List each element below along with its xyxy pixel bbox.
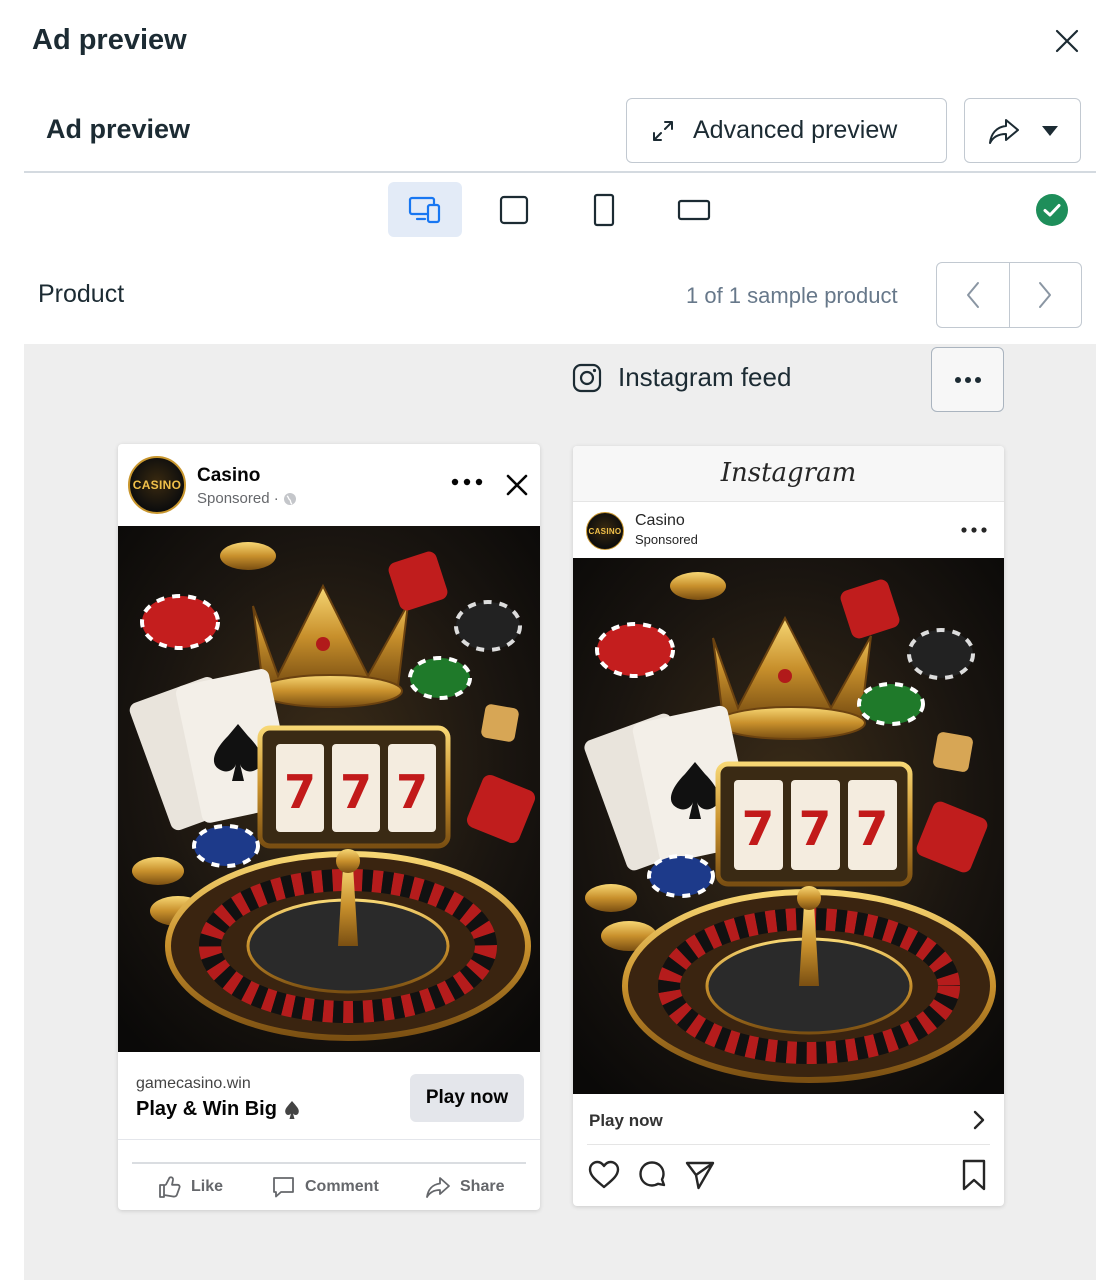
ad-creative-image: 7 7 7 [118, 526, 540, 1052]
send-icon[interactable] [683, 1158, 717, 1192]
sponsored-label: Sponsored [635, 532, 698, 547]
svg-text:7: 7 [396, 765, 428, 819]
like-button[interactable]: Like [158, 1172, 223, 1202]
page-avatar: CASINO [128, 456, 186, 514]
advanced-preview-button[interactable]: Advanced preview [626, 98, 947, 163]
svg-text:7: 7 [340, 765, 372, 819]
comment-button[interactable]: Comment [271, 1172, 379, 1202]
like-label: Like [191, 1178, 224, 1195]
thumbs-up-icon [159, 1176, 181, 1198]
landscape-icon [677, 199, 711, 220]
play-now-button[interactable]: Play now [410, 1074, 524, 1122]
page-avatar: CASINO [586, 512, 624, 550]
svg-text:7: 7 [742, 802, 775, 857]
bookmark-icon[interactable] [957, 1158, 991, 1192]
comment-bubble-icon[interactable] [635, 1158, 669, 1192]
devices-icon [408, 196, 441, 223]
instagram-ad-preview: Instagram CASINO Casino Sponsored 7 7 7 [573, 446, 1004, 1206]
share-label: Share [460, 1178, 505, 1195]
sponsored-label: Sponsored · [197, 490, 297, 507]
post-options-icon[interactable] [450, 470, 484, 494]
comment-label: Comment [305, 1178, 379, 1195]
chevron-right-icon [1039, 282, 1052, 308]
product-pager [936, 262, 1082, 328]
sponsored-text: Sponsored · [197, 490, 279, 507]
share-menu-button[interactable] [964, 98, 1081, 163]
share-icon [426, 1177, 450, 1198]
ad-headline-text: Play & Win Big [136, 1098, 277, 1120]
header-divider [24, 171, 1096, 173]
section-title: Ad preview [46, 114, 191, 144]
ad-headline: Play & Win Big [136, 1098, 301, 1121]
divider [118, 1139, 540, 1140]
facebook-ad-preview: CASINO Casino Sponsored · 7 7 7 gamecasi… [118, 444, 540, 1210]
divider [132, 1162, 526, 1164]
check-circle-icon [1036, 194, 1068, 226]
globe-icon [283, 492, 296, 505]
square-icon [499, 195, 529, 224]
format-portrait[interactable] [567, 182, 641, 237]
caret-down-icon [1041, 125, 1058, 136]
instagram-icon [572, 363, 602, 392]
cta-label: Play now [589, 1111, 663, 1130]
ad-domain: gamecasino.win [136, 1075, 251, 1092]
ad-creative-image: 7 7 7 [573, 558, 1004, 1094]
svg-text:7: 7 [799, 802, 832, 857]
svg-text:7: 7 [856, 802, 889, 857]
share-button[interactable]: Share [425, 1172, 504, 1202]
placement-label: Instagram feed [572, 362, 791, 393]
next-product-button[interactable] [1010, 263, 1082, 327]
heart-icon[interactable] [587, 1158, 621, 1192]
format-all-devices[interactable] [388, 182, 462, 237]
instagram-logo: Instagram [720, 458, 857, 488]
svg-text:7: 7 [284, 765, 316, 819]
page-name: Casino [197, 465, 261, 486]
placement-name: Instagram feed [618, 362, 792, 392]
close-icon[interactable] [1052, 26, 1082, 56]
share-arrow-icon [988, 118, 1019, 144]
dialog-title: Ad preview [32, 24, 187, 56]
chevron-left-icon [966, 282, 979, 308]
avatar-logo-text: CASINO [588, 526, 622, 536]
spade-icon [285, 1100, 299, 1119]
format-square[interactable] [477, 182, 551, 237]
post-options-icon[interactable] [959, 520, 989, 540]
product-label: Product [38, 280, 125, 308]
more-options-button[interactable] [931, 347, 1004, 412]
expand-icon [653, 120, 673, 141]
sample-count: 1 of 1 sample product [686, 283, 898, 308]
portrait-icon [593, 193, 615, 226]
close-icon[interactable] [504, 472, 530, 498]
format-landscape[interactable] [657, 182, 731, 237]
avatar-logo-text: CASINO [132, 478, 182, 492]
divider [587, 1144, 990, 1145]
advanced-preview-label: Advanced preview [693, 116, 898, 144]
more-dots-icon [954, 376, 981, 383]
page-name: Casino [635, 512, 685, 529]
previous-product-button[interactable] [937, 263, 1010, 327]
chevron-right-icon [973, 1110, 985, 1130]
comment-icon [273, 1177, 294, 1198]
